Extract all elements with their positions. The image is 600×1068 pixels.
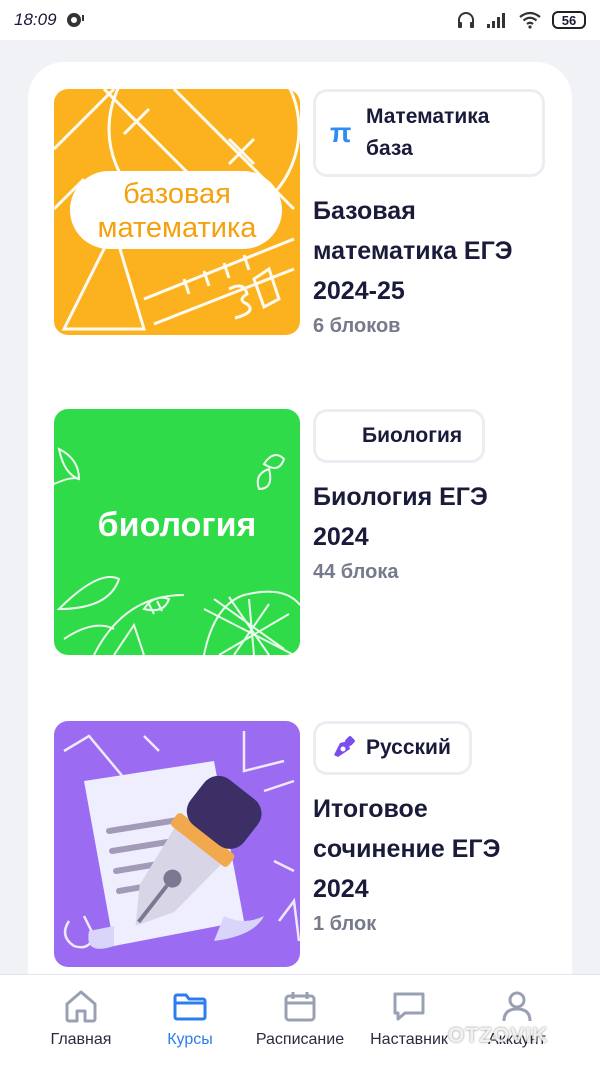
- signal-icon: [487, 13, 505, 28]
- course-card-math[interactable]: базовая математика π Математика база Баз…: [54, 89, 554, 339]
- course-card-russian[interactable]: Русский Итоговое сочинение ЕГЭ 2024 1 бл…: [54, 721, 554, 971]
- course-card-biology[interactable]: биология Биология Биология ЕГЭ 2024 44 б…: [54, 409, 554, 659]
- pi-icon: π: [330, 117, 352, 148]
- battery-level: 56: [561, 12, 577, 28]
- nav-item-schedule[interactable]: Расписание: [245, 975, 355, 1068]
- course-thumbnail-biology[interactable]: биология: [54, 409, 300, 655]
- course-list: базовая математика π Математика база Баз…: [28, 62, 572, 1022]
- course-info-russian: Русский Итоговое сочинение ЕГЭ 2024 1 бл…: [313, 721, 549, 936]
- headphones-icon: [458, 12, 474, 28]
- subject-tag-label: Русский: [366, 736, 451, 759]
- home-icon: [65, 990, 97, 1023]
- calendar-icon: [284, 992, 316, 1022]
- course-info-biology: Биология Биология ЕГЭ 2024 44 блока: [313, 409, 549, 584]
- user-icon: [502, 991, 532, 1022]
- thumbnail-text-math-2: математика: [97, 212, 257, 244]
- nav-item-home[interactable]: Главная: [26, 975, 136, 1068]
- subject-tag-label-line1: Математика: [366, 105, 490, 128]
- nav-label-home: Главная: [50, 1031, 112, 1048]
- essay-illustration: [63, 731, 300, 949]
- battery-icon: 56: [552, 11, 586, 29]
- nav-label-courses: Курсы: [167, 1031, 213, 1048]
- thumbnail-text-math-1: базовая: [123, 178, 231, 210]
- course-thumbnail-math[interactable]: базовая математика: [54, 89, 300, 335]
- thumbnail-text-biology: биология: [97, 506, 257, 544]
- status-time: 18:09: [14, 10, 57, 29]
- course-title[interactable]: Базовая математика ЕГЭ 2024-25: [313, 191, 549, 311]
- wifi-icon: [519, 11, 541, 29]
- nav-item-courses[interactable]: Курсы: [135, 975, 245, 1068]
- subject-tag-label: Математика база: [366, 101, 489, 165]
- watermark: OTZOVIK: [448, 1024, 549, 1047]
- nav-label-schedule: Расписание: [255, 1031, 345, 1048]
- nav-label-mentor: Наставник: [370, 1031, 448, 1048]
- subject-tag-russian[interactable]: Русский: [313, 721, 472, 775]
- record-icon: [66, 13, 84, 27]
- course-title[interactable]: Итоговое сочинение ЕГЭ 2024: [313, 789, 549, 909]
- folder-icon: [173, 993, 207, 1021]
- subject-tag-biology[interactable]: Биология: [313, 409, 486, 463]
- nav-item-account[interactable]: Аккаунт: [462, 975, 572, 1068]
- subject-tag-math[interactable]: π Математика база: [313, 89, 545, 177]
- course-thumbnail-russian[interactable]: [54, 721, 300, 967]
- pen-icon: [334, 736, 355, 757]
- subject-tag-label: Биология: [362, 424, 463, 447]
- course-info-math: π Математика база Базовая математика ЕГЭ…: [313, 89, 549, 338]
- nav-item-mentor[interactable]: Наставник: [354, 975, 464, 1068]
- course-block-count: 1 блок: [313, 913, 377, 935]
- chat-icon: [393, 992, 425, 1021]
- course-block-count: 6 блоков: [313, 315, 401, 337]
- bottom-navigation: Главная Курсы Расписание Наставник Аккау…: [0, 974, 600, 1068]
- status-bar: 18:09 56: [0, 0, 600, 40]
- course-block-count: 44 блока: [313, 561, 399, 583]
- subject-tag-label-line2: база: [366, 137, 413, 160]
- course-title[interactable]: Биология ЕГЭ 2024: [313, 477, 549, 557]
